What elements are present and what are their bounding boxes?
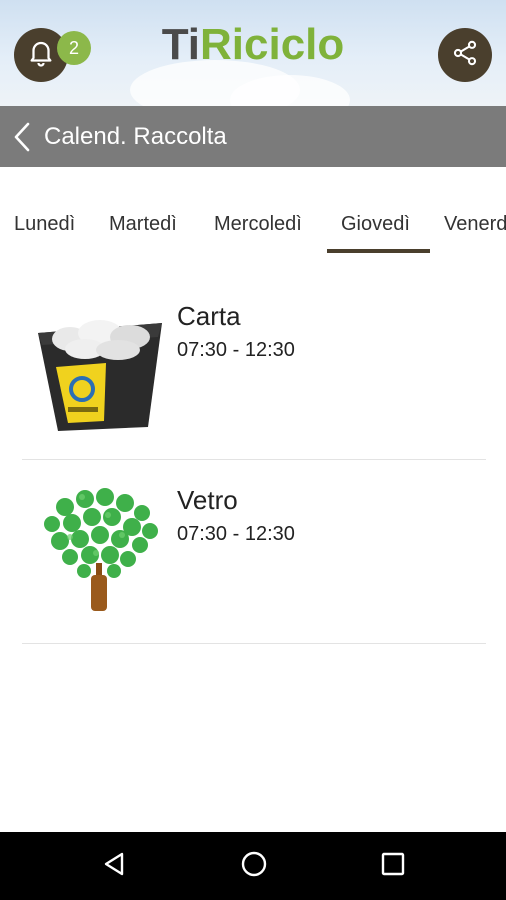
logo-text-ti: Ti [161, 20, 201, 69]
paper-bin-image [30, 295, 170, 435]
item-name: Carta [177, 301, 241, 331]
app-logo: TiRiciclo [0, 20, 506, 70]
share-button[interactable] [438, 28, 492, 82]
tab-lunedi[interactable]: Lunedì [14, 213, 75, 236]
nav-recents-button[interactable] [363, 832, 423, 900]
app-header: 2 TiRiciclo [0, 0, 506, 106]
nav-back-button[interactable] [84, 832, 144, 900]
page-title: Calend. Raccolta [44, 123, 227, 150]
collection-item-vetro[interactable]: Vetro 07:30 - 12:30 [22, 459, 486, 644]
system-nav-bar [0, 832, 506, 900]
tab-martedi[interactable]: Martedì [109, 213, 177, 236]
home-circle-icon [240, 850, 268, 883]
tab-giovedi[interactable]: Giovedì [341, 213, 410, 236]
item-time: 07:30 - 12:30 [177, 339, 295, 361]
nav-home-button[interactable] [224, 832, 284, 900]
share-icon [451, 39, 479, 72]
back-button[interactable] [10, 120, 40, 154]
glass-bottles-image [30, 479, 170, 619]
title-bar: Calend. Raccolta [0, 106, 506, 167]
tab-mercoledi[interactable]: Mercoledì [214, 213, 302, 236]
item-name: Vetro [177, 485, 238, 515]
back-triangle-icon [102, 851, 126, 882]
collection-item-carta[interactable]: Carta 07:30 - 12:30 [22, 275, 486, 460]
recents-square-icon [381, 852, 405, 881]
chevron-left-icon [10, 122, 36, 158]
item-time: 07:30 - 12:30 [177, 523, 295, 545]
logo-text-riciclo: Riciclo [200, 20, 345, 69]
selected-tab-indicator [327, 249, 430, 253]
weekday-tabs: Lunedì Martedì Mercoledì Giovedì Venerdì [0, 167, 506, 255]
tab-venerdi[interactable]: Venerdì [444, 213, 506, 236]
